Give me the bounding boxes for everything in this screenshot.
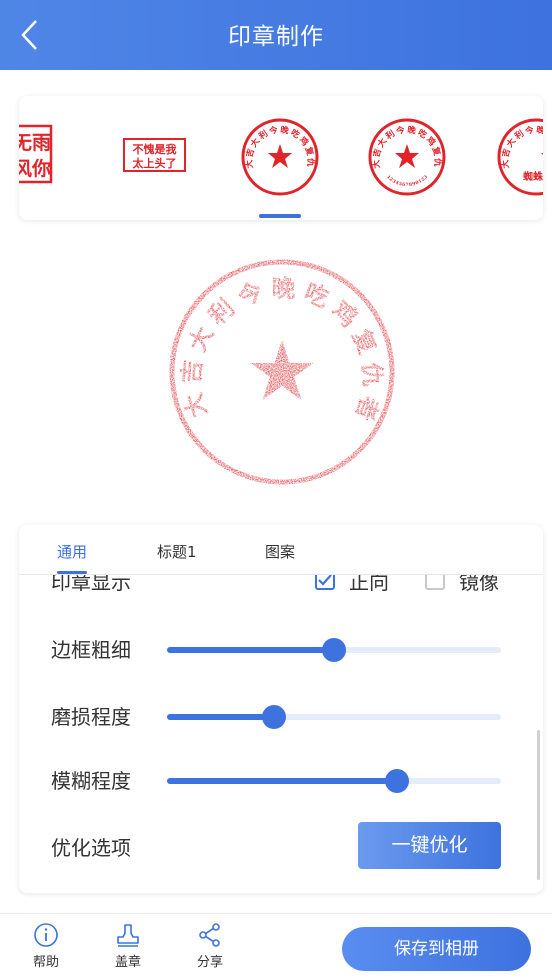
- slider-fill: [167, 647, 334, 653]
- wear-level-slider[interactable]: [167, 705, 501, 729]
- wear-level-row: 磨损程度: [19, 701, 543, 731]
- slider-fill: [167, 714, 274, 720]
- settings-panel: 通用 标题1 图案 印章显示 正向 镜像 通用 标题1 图案 边框粗细 磨损程度: [19, 525, 543, 893]
- border-thickness-label: 边框粗细: [51, 638, 131, 662]
- template-line: 风你: [19, 157, 51, 180]
- template-item-selected[interactable]: 大吉大利今晚吃鸡复仇者联盟: [234, 108, 321, 198]
- carousel-indicator: [259, 214, 301, 218]
- bottom-toolbar: 帮助 盖章 分享 保存到相册: [0, 913, 552, 977]
- round-stamp-icon: 大吉大利今晚吃鸡复仇者联盟 蜘蛛: [490, 108, 543, 196]
- tab-pattern-label[interactable]: 图案: [265, 541, 295, 562]
- tab-title1-label[interactable]: 标题1: [157, 541, 197, 562]
- stamp-button[interactable]: 盖章: [103, 922, 153, 978]
- info-icon: [34, 923, 58, 947]
- stamp-label: 盖章: [114, 955, 141, 970]
- template-item[interactable]: 大吉大利今晚吃鸡复仇者联盟 1234567890123: [361, 108, 448, 198]
- template-line: 无雨: [19, 132, 51, 154]
- round-stamp-preview: 大吉大利今晚吃鸡复仇者联盟: [154, 233, 395, 485]
- share-label: 分享: [196, 955, 223, 970]
- rect-stamp-icon: 不愧是我 太上头了: [123, 138, 186, 172]
- round-stamp-icon: 大吉大利今晚吃鸡复仇者联盟: [234, 108, 319, 196]
- template-item[interactable]: 不愧是我 太上头了: [123, 138, 187, 172]
- wear-level-label: 磨损程度: [51, 705, 131, 729]
- svg-text:大吉大利今晚吃鸡复仇者联盟: 大吉大利今晚吃鸡复仇者联盟: [166, 256, 387, 425]
- page-title: 印章制作: [228, 24, 324, 50]
- template-code-text: 1234567890123: [385, 174, 429, 188]
- template-line: 不愧是我: [133, 142, 177, 156]
- slider-thumb[interactable]: [385, 769, 410, 793]
- svg-text:1234567890123: 1234567890123: [385, 174, 429, 188]
- tab-general-label[interactable]: 通用: [57, 541, 87, 562]
- optimize-label: 优化选项: [51, 836, 131, 860]
- stamp-icon: [117, 924, 139, 947]
- square-stamp-icon: 无雨 风你: [19, 124, 53, 184]
- slider-fill: [167, 778, 398, 784]
- border-thickness-slider[interactable]: [167, 638, 501, 662]
- round-stamp-icon: 大吉大利今晚吃鸡复仇者联盟 1234567890123: [361, 108, 446, 196]
- one-click-optimize-button[interactable]: 一键优化: [358, 822, 501, 869]
- app-header: 印章制作: [0, 0, 552, 70]
- template-line: 太上头了: [132, 156, 177, 170]
- help-label: 帮助: [32, 955, 59, 970]
- share-icon: [199, 923, 220, 947]
- help-button[interactable]: 帮助: [21, 922, 71, 978]
- border-thickness-row: 边框粗细: [19, 634, 543, 664]
- slider-thumb[interactable]: [261, 705, 286, 729]
- preview-ring-text: 大吉大利今晚吃鸡复仇者联盟: [154, 233, 387, 425]
- blur-level-slider[interactable]: [167, 769, 501, 793]
- stamp-preview: 大吉大利今晚吃鸡复仇者联盟: [154, 233, 398, 488]
- blur-level-label: 模糊程度: [51, 769, 131, 793]
- template-item[interactable]: 无雨 风你: [19, 123, 55, 185]
- template-item[interactable]: 大吉大利今晚吃鸡复仇者联盟 蜘蛛: [490, 108, 543, 198]
- share-button[interactable]: 分享: [185, 922, 235, 978]
- tab-active-indicator: [57, 571, 87, 574]
- blur-level-row: 模糊程度: [19, 765, 543, 795]
- save-to-album-button[interactable]: 保存到相册: [342, 927, 531, 971]
- stamp-template-carousel[interactable]: 无雨 风你 不愧是我 太上头了 大吉大利今晚吃鸡复仇者联盟 大吉大利今晚吃鸡复仇…: [19, 96, 543, 220]
- panel-scrollbar[interactable]: [537, 730, 540, 880]
- slider-thumb[interactable]: [322, 638, 346, 662]
- template-bottom-text: 蜘蛛: [523, 170, 543, 183]
